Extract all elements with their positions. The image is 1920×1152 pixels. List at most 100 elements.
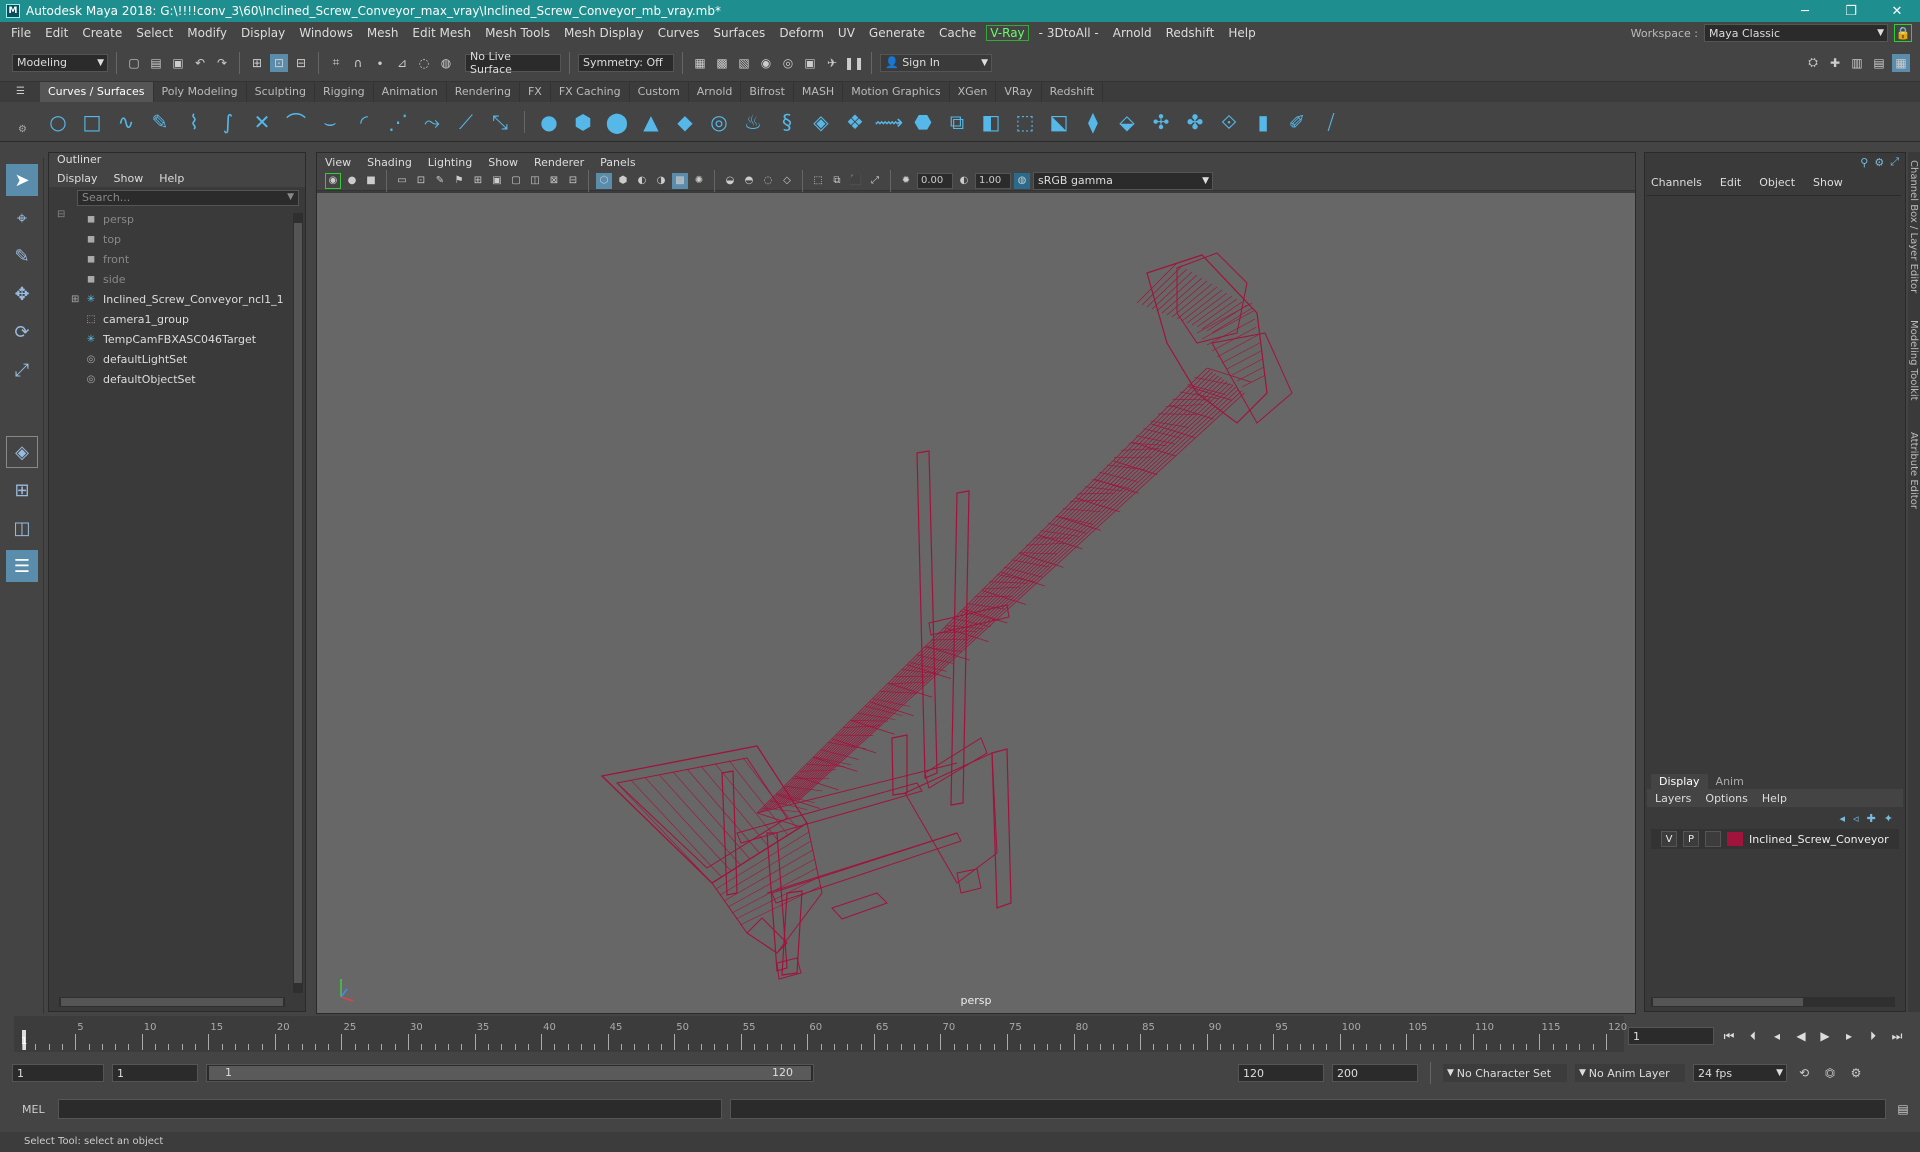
lock-icon[interactable]: 🔒 xyxy=(1894,24,1912,42)
menu-select[interactable]: Select xyxy=(129,26,180,40)
shelf-settings-icon[interactable]: ⚙ xyxy=(18,124,27,135)
shelf-tab-redshift[interactable]: Redshift xyxy=(1042,82,1104,102)
backface-culling-icon[interactable]: ⬛ xyxy=(848,173,864,189)
layer-menu-layers[interactable]: Layers xyxy=(1655,792,1691,805)
outliner-item[interactable]: ◼ top xyxy=(85,229,305,249)
color-management-icon[interactable]: ◍ xyxy=(1014,172,1030,189)
attach-surface-icon[interactable]: ✣ xyxy=(1147,108,1175,136)
xray-active-icon[interactable]: ⧉ xyxy=(829,173,845,189)
snap-point-icon[interactable]: ∙ xyxy=(371,54,389,72)
revolve-icon[interactable]: ♨ xyxy=(739,108,767,136)
surface-edit-icon[interactable]: ⧸ xyxy=(1317,108,1345,136)
character-controls-icon[interactable]: ✚ xyxy=(1826,54,1844,72)
cv-curve-icon[interactable]: ⌇ xyxy=(180,108,208,136)
save-scene-icon[interactable]: ▣ xyxy=(169,54,187,72)
menu-mesh[interactable]: Mesh xyxy=(360,26,406,40)
snap-view-icon[interactable]: ⊿ xyxy=(393,54,411,72)
close-button[interactable]: ✕ xyxy=(1874,0,1920,22)
layer-visibility-toggle[interactable]: V xyxy=(1661,831,1677,847)
exposure-icon[interactable]: ✹ xyxy=(898,173,914,189)
layer-display-type-toggle[interactable] xyxy=(1705,831,1721,847)
vray-render-icon[interactable]: ▣ xyxy=(801,54,819,72)
grid-toggle-icon[interactable]: ⊞ xyxy=(470,173,486,189)
exposure-input[interactable]: 0.00 xyxy=(917,172,953,189)
arc-tool-icon[interactable]: ◜ xyxy=(350,108,378,136)
frame-all-icon[interactable]: ⤢ xyxy=(867,173,883,189)
select-hierarchy-icon[interactable]: ⊞ xyxy=(248,54,266,72)
chevron-down-icon[interactable]: ▼ xyxy=(287,192,294,202)
shelf-tab-curves-surfaces[interactable]: Curves / Surfaces xyxy=(40,82,154,102)
hypershade-icon[interactable]: ◎ xyxy=(779,54,797,72)
gamma-icon[interactable]: ◐ xyxy=(956,173,972,189)
project-surface-icon[interactable]: ⬕ xyxy=(1045,108,1073,136)
select-tool-icon[interactable]: ➤ xyxy=(6,164,38,196)
menu-surfaces[interactable]: Surfaces xyxy=(706,26,772,40)
channel-menu-channels[interactable]: Channels xyxy=(1651,176,1702,189)
layer-playback-toggle[interactable]: P xyxy=(1683,831,1699,847)
fps-dropdown[interactable]: 24 fps ▼ xyxy=(1693,1064,1787,1082)
playback-start-field[interactable]: 1 xyxy=(112,1064,198,1082)
nurbs-square-icon[interactable]: □ xyxy=(78,108,106,136)
bezier-curve-icon[interactable]: ∫ xyxy=(214,108,242,136)
fillet-curve-icon[interactable]: ⤳ xyxy=(418,108,446,136)
tool-settings-icon[interactable]: ▤ xyxy=(1870,54,1888,72)
snap-surface-icon[interactable]: ◌ xyxy=(415,54,433,72)
gamma-input[interactable]: 1.00 xyxy=(975,172,1011,189)
viewport-menu-show[interactable]: Show xyxy=(488,156,518,169)
ambient-occlusion-icon[interactable]: ✺ xyxy=(691,173,707,189)
range-slider[interactable]: 1 120 xyxy=(206,1064,814,1082)
align-surface-icon[interactable]: ⟐ xyxy=(1215,108,1243,136)
current-frame-field[interactable]: 1 xyxy=(1628,1027,1714,1045)
side-tab-attribute-editor[interactable]: Attribute Editor xyxy=(1908,432,1919,509)
step-back-frame-icon[interactable]: ◂ xyxy=(1768,1029,1786,1043)
render-settings-icon[interactable]: ◉ xyxy=(757,54,775,72)
nurbs-cylinder-icon[interactable]: ⬤ xyxy=(603,108,631,136)
layer-row[interactable]: V P Inclined_Screw_Conveyor xyxy=(1651,829,1899,849)
shelf-menu-icon[interactable]: ☰ xyxy=(16,86,25,97)
pin-icon[interactable]: ⚲ xyxy=(1860,156,1868,169)
shelf-tab-poly-modeling[interactable]: Poly Modeling xyxy=(154,82,247,102)
viewport-menu-lighting[interactable]: Lighting xyxy=(428,156,472,169)
open-close-icon[interactable]: ▮ xyxy=(1249,108,1277,136)
anim-layer-dropdown[interactable]: ▼ No Anim Layer xyxy=(1575,1064,1685,1082)
select-component-icon[interactable]: ⊟ xyxy=(292,54,310,72)
curve-intersect-icon[interactable]: ✕ xyxy=(248,108,276,136)
command-language-label[interactable]: MEL xyxy=(22,1103,50,1116)
shadows-icon[interactable]: ◑ xyxy=(653,173,669,189)
side-tab-modeling-toolkit[interactable]: Modeling Toolkit xyxy=(1908,320,1919,401)
image-plane-icon[interactable]: ▭ xyxy=(394,173,410,189)
project-curve-icon[interactable]: ⟋ xyxy=(452,108,480,136)
command-input[interactable] xyxy=(58,1099,722,1119)
workspace-dropdown[interactable]: Maya Classic ▼ xyxy=(1704,24,1888,42)
intersect-surface-icon[interactable]: ⬚ xyxy=(1011,108,1039,136)
viewport-menu-renderer[interactable]: Renderer xyxy=(534,156,584,169)
bevel-plus-icon[interactable]: ◧ xyxy=(977,108,1005,136)
xray-joints-icon[interactable]: ⬚ xyxy=(810,173,826,189)
boundary-icon[interactable]: ⬣ xyxy=(909,108,937,136)
camera-lock-icon[interactable]: ⚑ xyxy=(451,173,467,189)
anti-alias-icon[interactable]: ◓ xyxy=(741,173,757,189)
open-scene-icon[interactable]: ▤ xyxy=(147,54,165,72)
animation-end-field[interactable]: 200 xyxy=(1332,1064,1418,1082)
rotate-tool-icon[interactable]: ⟳ xyxy=(6,316,38,348)
minimize-button[interactable]: ─ xyxy=(1782,0,1828,22)
rebuild-curve-icon[interactable]: ⋰ xyxy=(384,108,412,136)
scrollbar-thumb[interactable] xyxy=(1653,998,1803,1006)
symmetry-dropdown[interactable]: Symmetry: Off xyxy=(578,53,674,72)
smooth-shade-icon[interactable]: ⬢ xyxy=(615,173,631,189)
layer-menu-help[interactable]: Help xyxy=(1762,792,1787,805)
menu-create[interactable]: Create xyxy=(75,26,129,40)
menu-vray[interactable]: V-Ray xyxy=(986,25,1029,41)
nurbs-cube-icon[interactable]: ⬢ xyxy=(569,108,597,136)
move-layer-down-icon[interactable]: ◃ xyxy=(1853,812,1859,825)
outliner-item[interactable]: ◼ side xyxy=(85,269,305,289)
nurbs-sphere-icon[interactable]: ● xyxy=(535,108,563,136)
outliner-item[interactable]: ⊞ ✳ Inclined_Screw_Conveyor_ncl1_1 xyxy=(71,289,305,309)
channel-menu-object[interactable]: Object xyxy=(1759,176,1795,189)
play-forward-icon[interactable]: ▶ xyxy=(1816,1029,1834,1043)
shelf-tab-animation[interactable]: Animation xyxy=(374,82,447,102)
sculpt-geometry-icon[interactable]: ✐ xyxy=(1283,108,1311,136)
ep-curve-icon[interactable]: ∿ xyxy=(112,108,140,136)
shelf-tab-rendering[interactable]: Rendering xyxy=(447,82,520,102)
scale-tool-icon[interactable]: ⤢ xyxy=(6,354,38,386)
